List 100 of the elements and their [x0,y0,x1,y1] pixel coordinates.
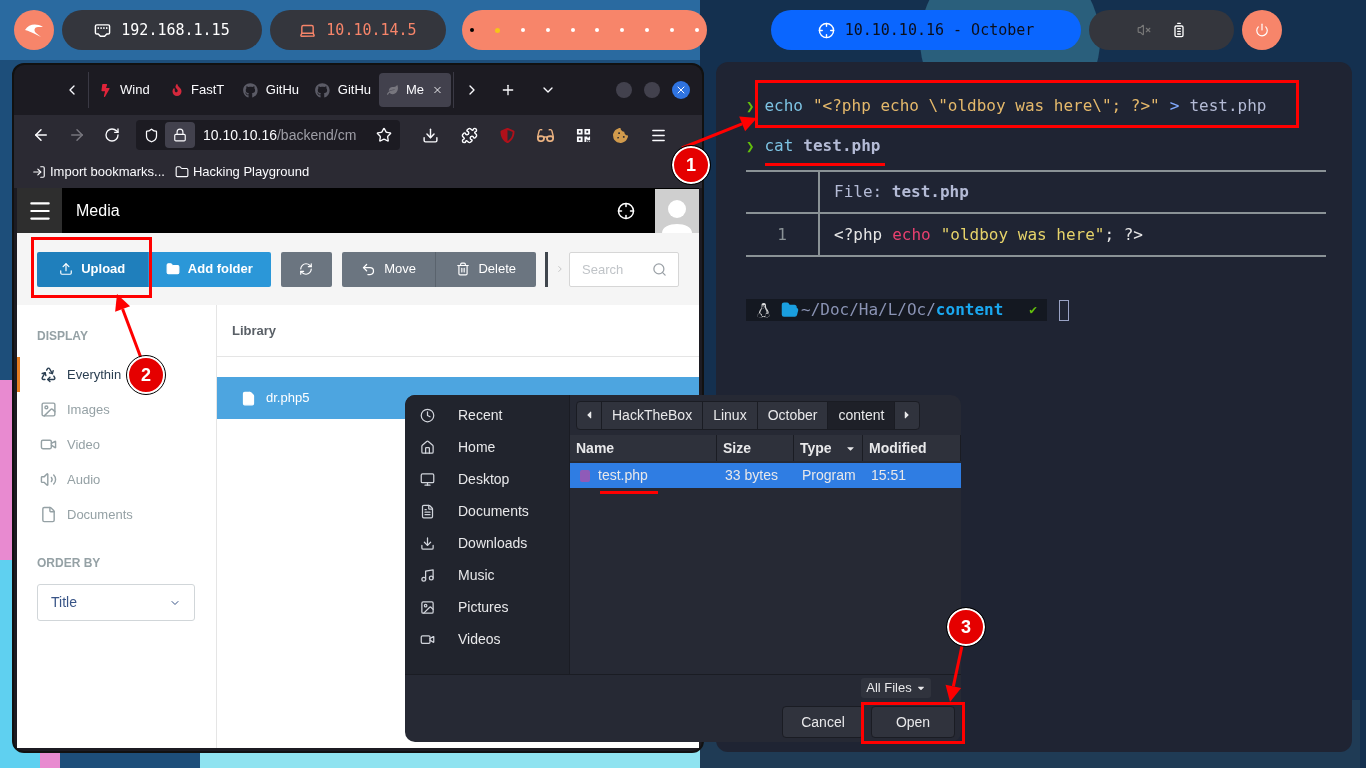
refresh-button[interactable] [281,251,332,287]
clock-icon [420,407,435,423]
path-button[interactable]: HackTheBox [602,401,704,429]
browser-tab[interactable]: FastT [163,73,235,107]
close-icon [675,84,687,96]
code-line: <?php echo "oldboy was here"; ?> [834,223,1144,246]
file-icon [241,390,256,406]
search-field[interactable]: Search [569,251,679,287]
upload-icon [59,262,74,276]
command-line: echo "<?php echo \"oldboy was here\"; ?>" > test.php [764,95,1268,117]
close-button[interactable] [672,81,690,99]
column-header[interactable]: Modified [863,435,961,461]
user-avatar[interactable] [655,188,699,233]
bolt-icon [99,83,112,97]
php-file-icon [580,469,590,482]
hamburger-button[interactable] [17,188,62,233]
arrow [115,294,143,359]
file-type: Program [801,466,857,485]
github-icon [315,82,330,98]
places-item[interactable]: Documents [405,495,569,527]
new-tab-icon[interactable] [500,82,516,98]
monitor-icon [420,471,435,487]
browser-tab[interactable]: Me [379,73,451,107]
folder-icon [174,164,189,179]
column-header[interactable]: Type [794,435,863,461]
command-line: cat test.php [764,135,882,157]
library-heading: Library [232,321,277,340]
order-select[interactable]: Title [37,584,195,621]
prompt-path: ~/Doc/Ha/L/Oc/content [801,299,1004,321]
browser-tab[interactable]: GitHu [307,73,379,107]
column-header[interactable]: Name [570,435,717,461]
document-icon [40,506,57,523]
power-icon [1255,23,1269,37]
ethernet-icon [94,21,112,39]
trash-icon [456,262,471,276]
flame-icon [171,84,183,96]
star-icon[interactable] [376,127,392,143]
folder-icon [781,301,799,319]
image-icon [420,599,435,615]
shield-icon [144,127,159,143]
browser-tab[interactable]: GitHu [235,73,307,107]
chevron-icon [555,264,565,274]
arrow [945,645,964,702]
address-bar[interactable]: 10.10.10.16/backend/cm [136,120,400,150]
music-note-icon [420,567,435,583]
places-item[interactable]: Pictures [405,591,569,623]
move-button[interactable]: Move [341,251,436,287]
places-item[interactable]: Desktop [405,463,569,495]
browser-tab[interactable]: Wind [91,73,163,107]
places-item[interactable]: Videos [405,623,569,655]
file-filter-dropdown[interactable]: All Files [861,678,931,698]
url-text: 10.10.10.16/backend/cm [203,125,357,145]
line-number: 1 [777,223,787,246]
download-icon[interactable] [422,126,439,144]
display-heading: DISPLAY [37,328,89,345]
penguin-icon [756,302,771,318]
glasses-icon[interactable] [537,126,554,144]
file-modified: 15:51 [870,466,907,485]
document-icon [420,503,435,519]
crosshair-icon [817,21,835,39]
file-size: 33 bytes [724,466,779,485]
places-item[interactable]: Recent [405,399,569,431]
back-icon[interactable] [32,126,50,144]
vpn-ip: 10.10.14.5 [326,19,417,41]
places-item[interactable]: Downloads [405,527,569,559]
puzzle-icon[interactable] [461,126,478,144]
delete-button[interactable]: Delete [436,251,537,287]
file-name: test.php [598,466,648,485]
path-button[interactable]: Linux [703,401,758,429]
file-header: File: test.php [834,181,969,203]
qr-code-icon[interactable] [576,127,591,143]
places-item[interactable]: Music [405,559,569,591]
column-header[interactable]: Size [717,435,794,461]
cookie-icon[interactable] [613,127,628,143]
folder-icon [165,262,180,276]
page-title: Media [76,200,120,221]
crosshair-icon[interactable] [617,201,635,220]
bookmark[interactable]: Import bookmarks... [32,161,165,182]
open-button[interactable]: Open [871,706,955,738]
lock-icon [173,128,187,142]
path-button[interactable]: content [828,401,896,429]
reload-icon[interactable] [104,127,120,143]
places-item[interactable]: Home [405,431,569,463]
undo-arrow-icon [361,261,377,277]
bookmark[interactable]: Hacking Playground [174,161,310,182]
forward-icon[interactable] [68,126,86,144]
upload-button[interactable]: Upload [37,251,148,287]
import-icon [32,164,46,179]
download-icon [420,535,435,551]
leaf-icon [387,83,398,97]
cursor [1059,299,1070,321]
cancel-button[interactable]: Cancel [782,706,864,738]
image-icon [40,401,57,418]
muted-speaker-icon[interactable] [1136,23,1151,37]
local-ip: 192.168.1.15 [121,19,230,41]
recycle-icon [40,366,57,383]
order-heading: ORDER BY [37,555,102,572]
status-check: ✔ [1029,301,1038,320]
underline-mark [600,491,658,494]
speaker-icon [40,471,57,488]
